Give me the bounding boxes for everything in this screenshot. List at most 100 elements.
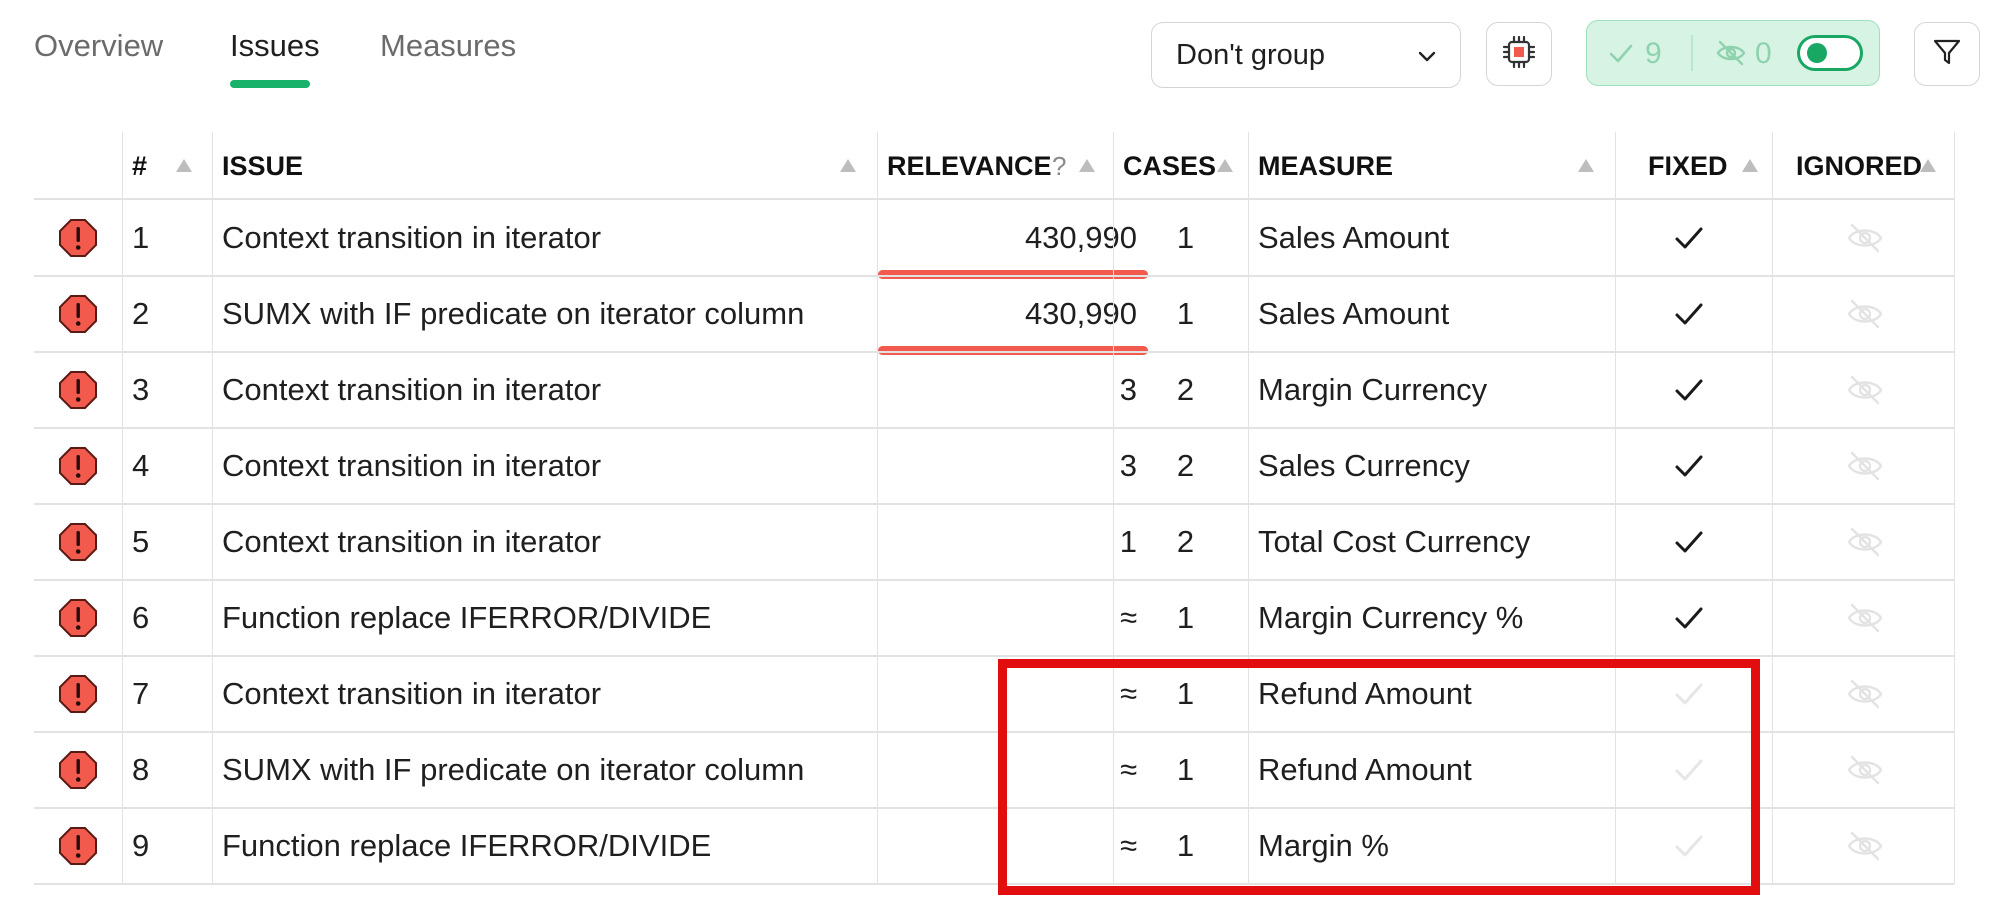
error-octagon-icon: [58, 674, 98, 719]
sort-asc-icon: [840, 159, 856, 172]
fixed-count: 9: [1645, 37, 1662, 70]
relevance-value: 3: [1119, 448, 1137, 483]
issue-number: 1: [132, 220, 150, 255]
relevance-value: ≈: [1119, 600, 1137, 635]
error-octagon-icon: [58, 294, 98, 339]
filter-icon: [1931, 36, 1963, 73]
relevance-value: 3: [1119, 372, 1137, 407]
cases-value: 2: [1176, 372, 1195, 407]
measure-name: Margin Currency: [1258, 372, 1488, 407]
issue-title: SUMX with IF predicate on iterator colum…: [222, 296, 805, 331]
eye-off-icon[interactable]: [1846, 828, 1884, 869]
active-tab-indicator: [230, 80, 310, 88]
error-octagon-icon: [58, 522, 98, 567]
measure-name: Sales Amount: [1258, 296, 1450, 331]
relevance-value: 430,990: [1024, 220, 1137, 255]
cases-value: 1: [1176, 296, 1195, 331]
issue-title: Context transition in iterator: [222, 448, 602, 483]
check-icon[interactable]: [1671, 372, 1707, 413]
check-icon[interactable]: [1671, 448, 1707, 489]
issue-number: 4: [132, 448, 150, 483]
measure-name: Margin Currency %: [1258, 600, 1524, 635]
column-header-fixed[interactable]: FIXED: [1648, 132, 1772, 198]
error-octagon-icon: [58, 218, 98, 263]
measure-name: Sales Currency: [1258, 448, 1470, 483]
column-header-issue[interactable]: ISSUE: [222, 132, 872, 198]
column-header-relevance[interactable]: RELEVANCE ?: [887, 132, 1113, 198]
cpu-chip-icon: [1501, 34, 1537, 75]
help-icon[interactable]: ?: [1052, 151, 1066, 182]
relevance-value: 430,990: [1024, 296, 1137, 331]
group-by-value: Don't group: [1176, 39, 1326, 71]
table-row[interactable]: 6 Function replace IFERROR/DIVIDE ≈1 Margin…: [34, 580, 1954, 656]
error-octagon-icon: [58, 446, 98, 491]
error-octagon-icon: [58, 598, 98, 643]
show-ignored-toggle[interactable]: [1797, 35, 1863, 71]
eye-off-icon[interactable]: [1846, 448, 1884, 489]
cases-value: 1: [1176, 220, 1195, 255]
error-octagon-icon: [58, 370, 98, 415]
column-header-number[interactable]: #: [132, 132, 212, 198]
sort-asc-icon: [1742, 159, 1758, 172]
check-icon: [1607, 39, 1635, 72]
issue-title: Context transition in iterator: [222, 676, 602, 711]
eye-off-icon[interactable]: [1846, 524, 1884, 565]
issue-number: 3: [132, 372, 150, 407]
issue-title: Function replace IFERROR/DIVIDE: [222, 828, 712, 863]
divider: [1691, 35, 1693, 71]
sort-asc-icon: [1578, 159, 1594, 172]
sort-asc-icon: [1217, 159, 1233, 172]
check-icon[interactable]: [1671, 220, 1707, 261]
issue-number: 8: [132, 752, 150, 787]
cases-value: 2: [1176, 448, 1195, 483]
check-icon[interactable]: [1671, 524, 1707, 565]
column-header-measure[interactable]: MEASURE: [1258, 132, 1615, 198]
issue-number: 9: [132, 828, 150, 863]
cases-value: 2: [1176, 524, 1195, 559]
eye-off-icon[interactable]: [1846, 372, 1884, 413]
issue-title: Context transition in iterator: [222, 372, 602, 407]
sort-asc-icon: [176, 159, 192, 172]
issue-title: Context transition in iterator: [222, 220, 602, 255]
table-row[interactable]: 1 Context transition in iterator 430,990 1 S…: [34, 200, 1954, 279]
issue-number: 2: [132, 296, 150, 331]
error-octagon-icon: [58, 750, 98, 795]
group-by-dropdown[interactable]: Don't group: [1151, 22, 1461, 88]
check-icon[interactable]: [1671, 296, 1707, 337]
annotation-highlight-box: [998, 659, 1760, 895]
table-row[interactable]: 5 Context transition in iterator 1 2 Total C…: [34, 504, 1954, 580]
table-row[interactable]: 2 SUMX with IF predicate on iterator colu…: [34, 276, 1954, 355]
eye-off-icon[interactable]: [1846, 220, 1884, 261]
table-row[interactable]: 3 Context transition in iterator 3 2 Margin …: [34, 352, 1954, 428]
issue-title: Context transition in iterator: [222, 524, 602, 559]
issue-title: Function replace IFERROR/DIVIDE: [222, 600, 712, 635]
issue-number: 7: [132, 676, 150, 711]
measure-name: Total Cost Currency: [1258, 524, 1531, 559]
eye-off-icon[interactable]: [1846, 752, 1884, 793]
check-icon[interactable]: [1671, 600, 1707, 641]
tab-measures[interactable]: Measures: [380, 28, 516, 64]
cases-value: 1: [1176, 600, 1195, 635]
sort-asc-icon: [1079, 159, 1095, 172]
analyzer-button[interactable]: [1486, 22, 1552, 86]
issue-number: 6: [132, 600, 150, 635]
toggle-knob: [1807, 43, 1827, 63]
eye-off-icon[interactable]: [1846, 676, 1884, 717]
table-row[interactable]: 4 Context transition in iterator 3 2 Sales C…: [34, 428, 1954, 504]
eye-off-icon[interactable]: [1846, 600, 1884, 641]
eye-off-icon[interactable]: [1846, 296, 1884, 337]
fixed-ignored-summary: 9 0: [1586, 20, 1880, 86]
issue-title: SUMX with IF predicate on iterator colum…: [222, 752, 805, 787]
ignored-count: 0: [1755, 37, 1772, 70]
chevron-down-icon: [1416, 45, 1438, 72]
eye-off-icon: [1715, 39, 1747, 72]
issue-number: 5: [132, 524, 150, 559]
column-header-ignored[interactable]: IGNORED: [1796, 132, 1954, 198]
tab-overview[interactable]: Overview: [34, 28, 163, 64]
relevance-value: 1: [1119, 524, 1137, 559]
tab-issues[interactable]: Issues: [230, 28, 320, 64]
column-header-cases[interactable]: CASES: [1123, 132, 1248, 198]
measure-name: Sales Amount: [1258, 220, 1450, 255]
sort-asc-icon: [1920, 159, 1936, 172]
filter-button[interactable]: [1914, 22, 1980, 86]
